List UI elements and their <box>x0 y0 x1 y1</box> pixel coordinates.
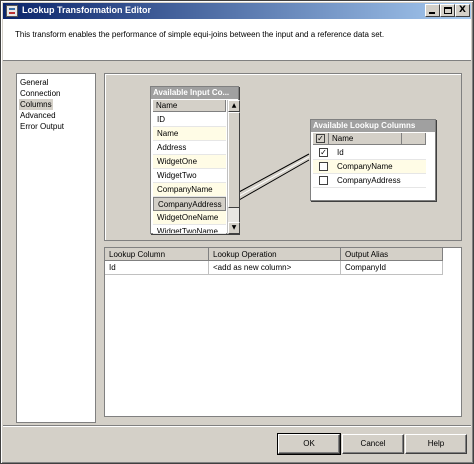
title-bar[interactable]: Lookup Transformation Editor X <box>3 3 471 19</box>
column-mapping-surface[interactable]: Available Input Co... Name ID Name Addre… <box>104 73 462 241</box>
window-title: Lookup Transformation Editor <box>22 5 152 15</box>
lookup-columns-spacer-header <box>402 133 426 145</box>
minimize-button[interactable] <box>425 4 440 17</box>
minimize-icon <box>429 12 435 14</box>
input-column-row[interactable]: Name <box>153 127 226 141</box>
check-icon: ✓ <box>317 134 324 143</box>
app-icon <box>6 5 18 17</box>
lookup-column-checkbox[interactable] <box>319 162 328 171</box>
input-column-row[interactable]: Address <box>153 141 226 155</box>
maximize-button[interactable] <box>440 4 455 17</box>
available-input-columns-table: Available Input Co... Name ID Name Addre… <box>150 86 240 234</box>
input-column-row[interactable]: ID <box>153 113 226 127</box>
select-all-checkbox[interactable]: ✓ <box>316 134 325 143</box>
lookup-column-row[interactable]: ✓ Id <box>313 146 426 160</box>
input-column-row[interactable]: CompanyName <box>153 183 226 197</box>
scroll-down-icon: ▼ <box>231 224 237 231</box>
lookup-column-label: CompanyAddress <box>337 176 401 185</box>
lookup-select-all-header[interactable]: ✓ <box>313 133 329 145</box>
page-navigation-list: General Connection Columns Advanced Erro… <box>16 73 96 423</box>
check-icon: ✓ <box>320 148 327 157</box>
editor-description: This transform enables the performance o… <box>15 30 385 39</box>
lookup-column-checkbox[interactable] <box>319 176 328 185</box>
maximize-icon <box>444 7 452 14</box>
nav-item-connection[interactable]: Connection <box>19 88 61 99</box>
lookup-columns-title[interactable]: Available Lookup Columns <box>311 120 435 132</box>
lookup-output-grid[interactable]: Lookup Column Lookup Operation Output Al… <box>104 247 462 417</box>
scroll-down-button[interactable]: ▼ <box>228 222 240 234</box>
grid-cell-output-alias[interactable]: CompanyId <box>341 261 443 275</box>
lookup-column-label: Id <box>337 148 344 157</box>
column-header-lookup-column[interactable]: Lookup Column <box>105 248 209 261</box>
input-column-row[interactable]: WidgetTwo <box>153 169 226 183</box>
input-column-row[interactable]: WidgetTwoName <box>153 225 226 234</box>
input-columns-title[interactable]: Available Input Co... <box>151 87 238 99</box>
grid-cell-lookup-operation[interactable]: <add as new column> <box>209 261 341 275</box>
nav-item-general[interactable]: General <box>19 77 49 88</box>
input-columns-scrollbar[interactable]: ▲ ▼ <box>227 100 240 234</box>
ok-button[interactable]: OK <box>277 433 341 455</box>
lookup-column-row[interactable]: CompanyName <box>313 160 426 174</box>
column-header-lookup-operation[interactable]: Lookup Operation <box>209 248 341 261</box>
scroll-up-button[interactable]: ▲ <box>228 100 240 112</box>
nav-item-advanced[interactable]: Advanced <box>19 110 57 121</box>
lookup-column-checkbox-checked[interactable]: ✓ <box>319 148 328 157</box>
nav-item-error-output[interactable]: Error Output <box>19 121 65 132</box>
lookup-transformation-editor-window: Lookup Transformation Editor X This tran… <box>0 0 474 464</box>
grid-cell-lookup-column[interactable]: Id <box>105 261 209 275</box>
header-pane: This transform enables the performance o… <box>3 19 471 61</box>
lookup-column-row[interactable]: CompanyAddress <box>313 174 426 188</box>
close-button[interactable]: X <box>455 4 470 17</box>
footer-divider <box>3 425 471 426</box>
available-lookup-columns-table: Available Lookup Columns ✓ Name ✓ Id Com… <box>310 119 436 201</box>
cancel-button[interactable]: Cancel <box>342 434 404 454</box>
input-column-row-selected[interactable]: CompanyAddress <box>153 197 226 211</box>
nav-item-columns[interactable]: Columns <box>19 99 53 110</box>
scroll-thumb[interactable] <box>228 112 240 208</box>
input-column-row[interactable]: WidgetOneName <box>153 211 226 225</box>
column-header-output-alias[interactable]: Output Alias <box>341 248 443 261</box>
help-button[interactable]: Help <box>405 434 467 454</box>
close-icon: X <box>459 5 466 15</box>
input-columns-header[interactable]: Name <box>153 100 226 112</box>
lookup-column-label: CompanyName <box>337 162 393 171</box>
input-column-row[interactable]: WidgetOne <box>153 155 226 169</box>
lookup-columns-header[interactable]: Name <box>329 133 402 145</box>
scroll-up-icon: ▲ <box>231 102 237 109</box>
